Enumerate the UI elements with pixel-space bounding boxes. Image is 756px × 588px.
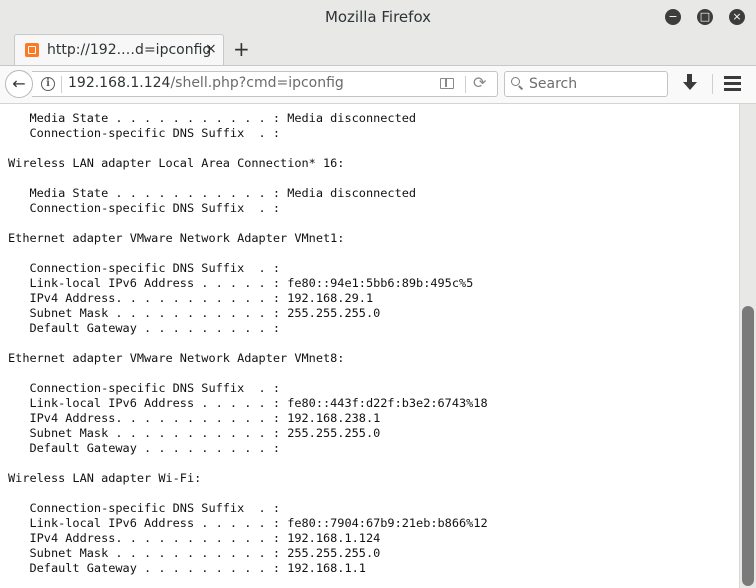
url-divider: [465, 76, 466, 93]
site-info-icon[interactable]: i: [41, 77, 55, 91]
scrollbar-thumb[interactable]: [742, 306, 754, 586]
close-tab-button[interactable]: ×: [205, 41, 217, 57]
reload-icon[interactable]: ⟳: [473, 73, 486, 92]
browser-tab[interactable]: http://192.…d=ipconfig ×: [14, 34, 224, 65]
url-host: 192.168.1.124: [68, 75, 171, 91]
back-button[interactable]: ←: [5, 70, 33, 98]
window-title-bar[interactable]: Mozilla Firefox − □ ×: [0, 0, 756, 34]
minimize-button[interactable]: −: [665, 9, 681, 25]
page-content: Media State . . . . . . . . . . . : Medi…: [0, 104, 739, 588]
close-window-button[interactable]: ×: [729, 9, 745, 25]
xampp-favicon-icon: [25, 43, 39, 57]
search-bar[interactable]: [504, 71, 668, 97]
window-title: Mozilla Firefox: [324, 8, 432, 26]
url-text[interactable]: 192.168.1.124/shell.php?cmd=ipconfig: [68, 75, 344, 91]
new-tab-button[interactable]: +: [233, 37, 250, 61]
vertical-scrollbar[interactable]: [739, 104, 756, 588]
ipconfig-output: Media State . . . . . . . . . . . : Medi…: [8, 111, 488, 575]
url-path: /shell.php?cmd=ipconfig: [170, 75, 344, 91]
hamburger-menu-icon[interactable]: [724, 76, 741, 91]
url-bar[interactable]: i 192.168.1.124/shell.php?cmd=ipconfig ⟳: [32, 71, 498, 97]
reader-view-icon[interactable]: [440, 78, 454, 89]
navigation-toolbar: i 192.168.1.124/shell.php?cmd=ipconfig ⟳…: [0, 66, 756, 104]
download-icon[interactable]: [681, 73, 699, 93]
tab-strip: http://192.…d=ipconfig × +: [0, 34, 756, 66]
toolbar-divider: [712, 74, 713, 94]
search-input[interactable]: [529, 74, 661, 94]
search-icon: [511, 77, 520, 86]
maximize-button[interactable]: □: [697, 9, 713, 25]
tab-title: http://192.…d=ipconfig: [47, 42, 212, 58]
url-divider: [61, 76, 62, 93]
